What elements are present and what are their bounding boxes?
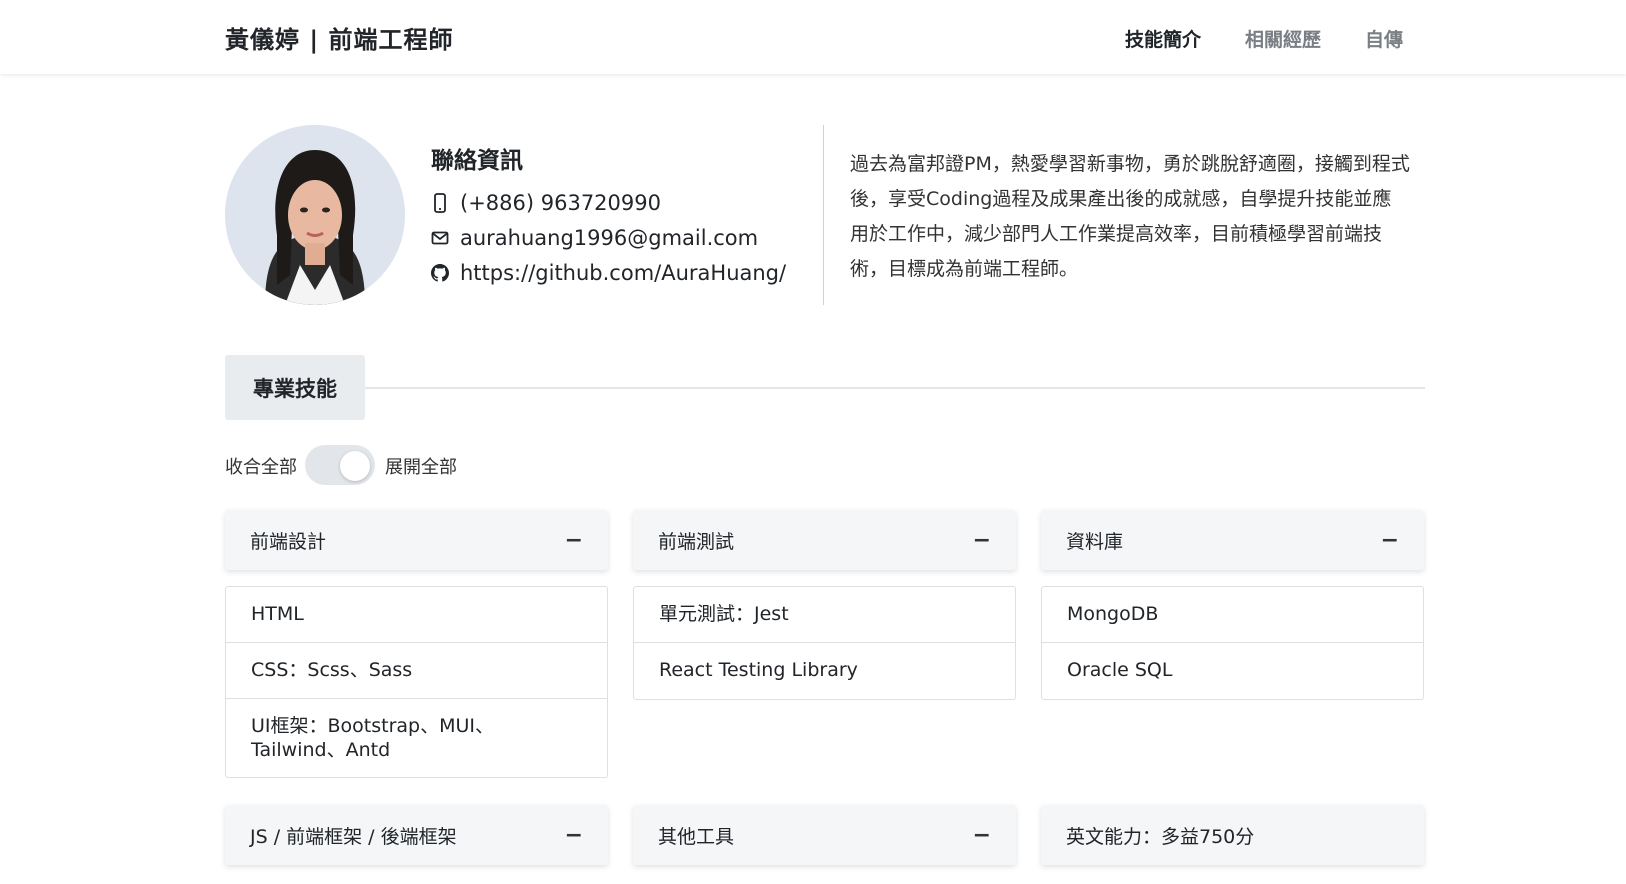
- list-item: HTML: [226, 587, 607, 643]
- skill-card-database: 資料庫 − MongoDB Oracle SQL: [1041, 510, 1424, 700]
- section-title-skills: 專業技能: [225, 355, 365, 420]
- expand-collapse-toggle[interactable]: [305, 445, 375, 485]
- accordion-title: 英文能力：多益750分: [1066, 825, 1255, 848]
- collapse-icon: −: [564, 527, 583, 553]
- brand-title[interactable]: 黃儀婷 | 前端工程師: [225, 20, 453, 55]
- collapse-icon: −: [564, 822, 583, 848]
- intro-text: 過去為富邦證PM，熱愛學習新事物，勇於跳脫舒適圈，接觸到程式後，享受Coding…: [850, 153, 1410, 280]
- github-icon: [431, 264, 449, 282]
- accordion-header[interactable]: 前端設計 −: [225, 510, 608, 570]
- navbar: 黃儀婷 | 前端工程師 技能簡介 相關經歷 自傳: [0, 0, 1626, 74]
- accordion-title: 前端測試: [658, 530, 735, 553]
- skill-list: 單元測試：Jest React Testing Library: [633, 586, 1016, 700]
- collapse-icon: −: [1380, 527, 1399, 553]
- expand-all-label: 展開全部: [385, 457, 457, 478]
- github-link[interactable]: https://github.com/AuraHuang/: [460, 261, 786, 285]
- skill-card-english: 英文能力：多益750分: [1041, 805, 1424, 865]
- accordion-title: JS / 前端框架 / 後端框架: [250, 825, 457, 848]
- skill-list: HTML CSS：Scss、Sass UI框架：Bootstrap、MUI、Ta…: [225, 586, 608, 778]
- nav-skills[interactable]: 技能簡介: [1125, 25, 1201, 52]
- profile-photo: [225, 125, 405, 305]
- list-item: UI框架：Bootstrap、MUI、Tailwind、Antd: [251, 715, 495, 761]
- collapse-all-label: 收合全部: [225, 457, 297, 478]
- toggle-knob: [340, 451, 370, 481]
- accordion-header[interactable]: 英文能力：多益750分: [1041, 805, 1424, 865]
- list-item: CSS：Scss、Sass: [226, 643, 607, 699]
- skill-card-frontend-design: 前端設計 − HTML CSS：Scss、Sass UI框架：Bootstrap…: [225, 510, 608, 778]
- section-divider: [365, 387, 1425, 389]
- phone-icon: [434, 193, 446, 213]
- contact-github: https://github.com/AuraHuang/: [431, 258, 786, 288]
- accordion-title: 其他工具: [658, 825, 735, 848]
- accordion-title: 資料庫: [1066, 530, 1124, 553]
- list-item: React Testing Library: [659, 659, 858, 681]
- accordion-header[interactable]: JS / 前端框架 / 後端框架 −: [225, 805, 608, 865]
- skill-card-frontend-testing: 前端測試 − 單元測試：Jest React Testing Library: [633, 510, 1016, 700]
- skill-card-other-tools: 其他工具 −: [633, 805, 1016, 865]
- contact-title: 聯絡資訊: [431, 148, 523, 174]
- collapse-icon: −: [972, 822, 991, 848]
- phone-text: (+886) 963720990: [460, 191, 661, 215]
- nav-autobiography[interactable]: 自傳: [1365, 25, 1403, 52]
- collapse-icon: −: [972, 527, 991, 553]
- contact-phone: (+886) 963720990: [431, 188, 661, 218]
- mail-icon: [431, 231, 449, 245]
- skill-list: MongoDB Oracle SQL: [1041, 586, 1424, 700]
- list-item: 單元測試：Jest: [634, 587, 1015, 643]
- contact-email: aurahuang1996@gmail.com: [431, 223, 758, 253]
- accordion-header[interactable]: 資料庫 −: [1041, 510, 1424, 570]
- accordion-header[interactable]: 其他工具 −: [633, 805, 1016, 865]
- nav-experience[interactable]: 相關經歷: [1245, 25, 1321, 52]
- email-text[interactable]: aurahuang1996@gmail.com: [460, 226, 758, 250]
- profile-divider: [823, 125, 824, 305]
- accordion-header[interactable]: 前端測試 −: [633, 510, 1016, 570]
- skill-card-js-frameworks: JS / 前端框架 / 後端框架 −: [225, 805, 608, 865]
- list-item: MongoDB: [1042, 587, 1423, 643]
- list-item: Oracle SQL: [1067, 659, 1173, 681]
- accordion-title: 前端設計: [250, 530, 327, 553]
